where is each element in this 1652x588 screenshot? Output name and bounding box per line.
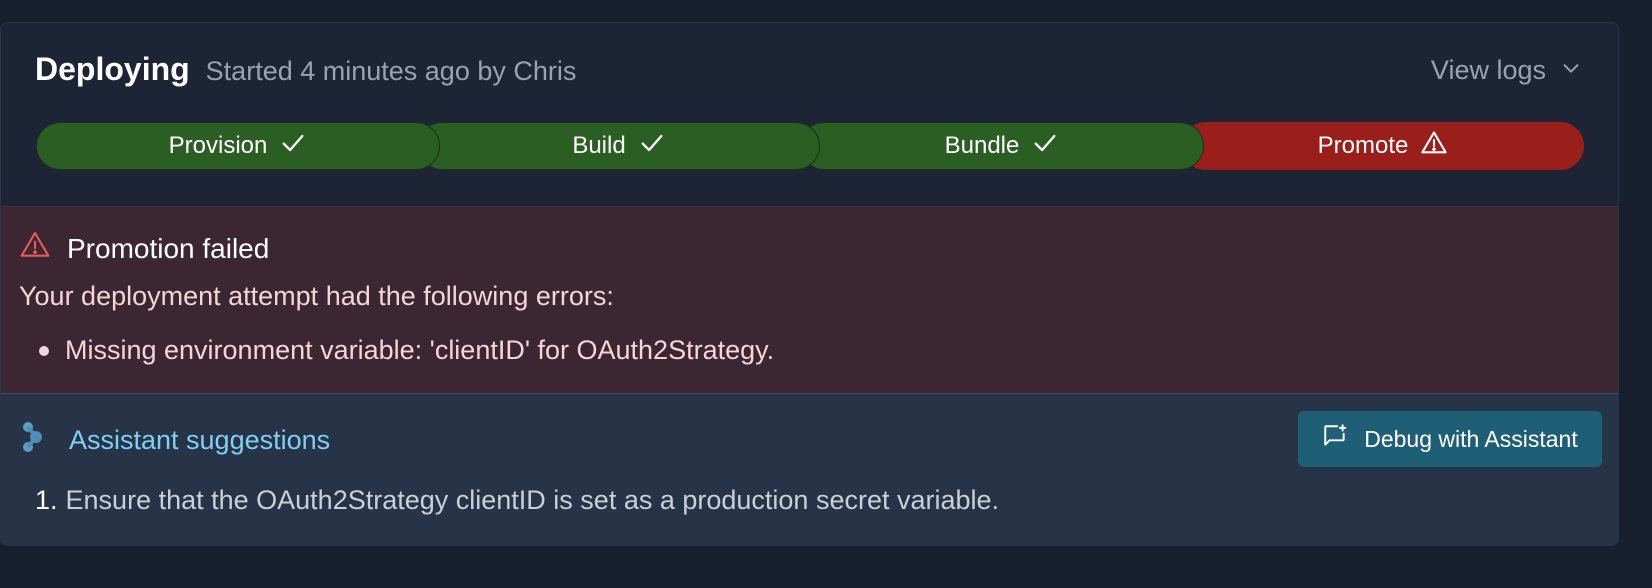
stage-bundle[interactable]: Bundle (800, 122, 1204, 170)
stage-label: Bundle (944, 132, 1020, 159)
deploy-status-title: Deploying (35, 51, 190, 87)
stage-label: Provision (168, 132, 268, 159)
debug-with-assistant-button[interactable]: Debug with Assistant (1298, 411, 1602, 467)
check-icon (638, 129, 666, 164)
stage-label: Promote (1317, 132, 1409, 159)
view-logs-button[interactable]: View logs (1431, 55, 1582, 86)
suggestion-item: 1. Ensure that the OAuth2Strategy client… (35, 485, 999, 516)
stage-promote[interactable]: Promote (1182, 122, 1584, 170)
debug-button-label: Debug with Assistant (1364, 425, 1578, 452)
assistant-logo-icon (21, 420, 47, 461)
bullet (39, 345, 49, 356)
error-intro: Your deployment attempt had the followin… (19, 281, 614, 311)
check-icon (279, 129, 307, 164)
stage-build[interactable]: Build (418, 122, 820, 170)
deploy-header: Deploying Started 4 minutes ago by Chris (35, 51, 576, 88)
stage-provision[interactable]: Provision (36, 122, 440, 170)
view-logs-label: View logs (1430, 55, 1546, 85)
error-title: Promotion failed (67, 232, 270, 264)
warning-icon (19, 229, 51, 268)
deployment-card: Deploying Started 4 minutes ago by Chris… (0, 22, 1619, 546)
check-icon (1031, 129, 1059, 164)
error-heading: Promotion failed (19, 229, 269, 268)
chevron-down-icon (1560, 55, 1582, 86)
assistant-panel: Assistant suggestions Debug with Assista… (1, 394, 1618, 545)
suggestion-text: Ensure that the OAuth2Strategy clientID … (65, 485, 1000, 515)
assistant-title: Assistant suggestions (69, 425, 331, 455)
stage-label: Build (572, 132, 626, 159)
suggestion-number: 1. (35, 485, 58, 515)
assistant-heading: Assistant suggestions (21, 420, 330, 461)
error-panel: Promotion failed Your deployment attempt… (1, 206, 1618, 394)
warning-icon (1420, 129, 1448, 164)
error-item-text: Missing environment variable: 'clientID'… (65, 335, 775, 365)
error-list-item: Missing environment variable: 'clientID'… (19, 335, 774, 366)
pipeline-progress: Provision Build Bundle Promote (36, 122, 1584, 170)
deploy-started-text: Started 4 minutes ago by Chris (205, 56, 577, 86)
chat-sparkle-icon (1322, 423, 1348, 455)
